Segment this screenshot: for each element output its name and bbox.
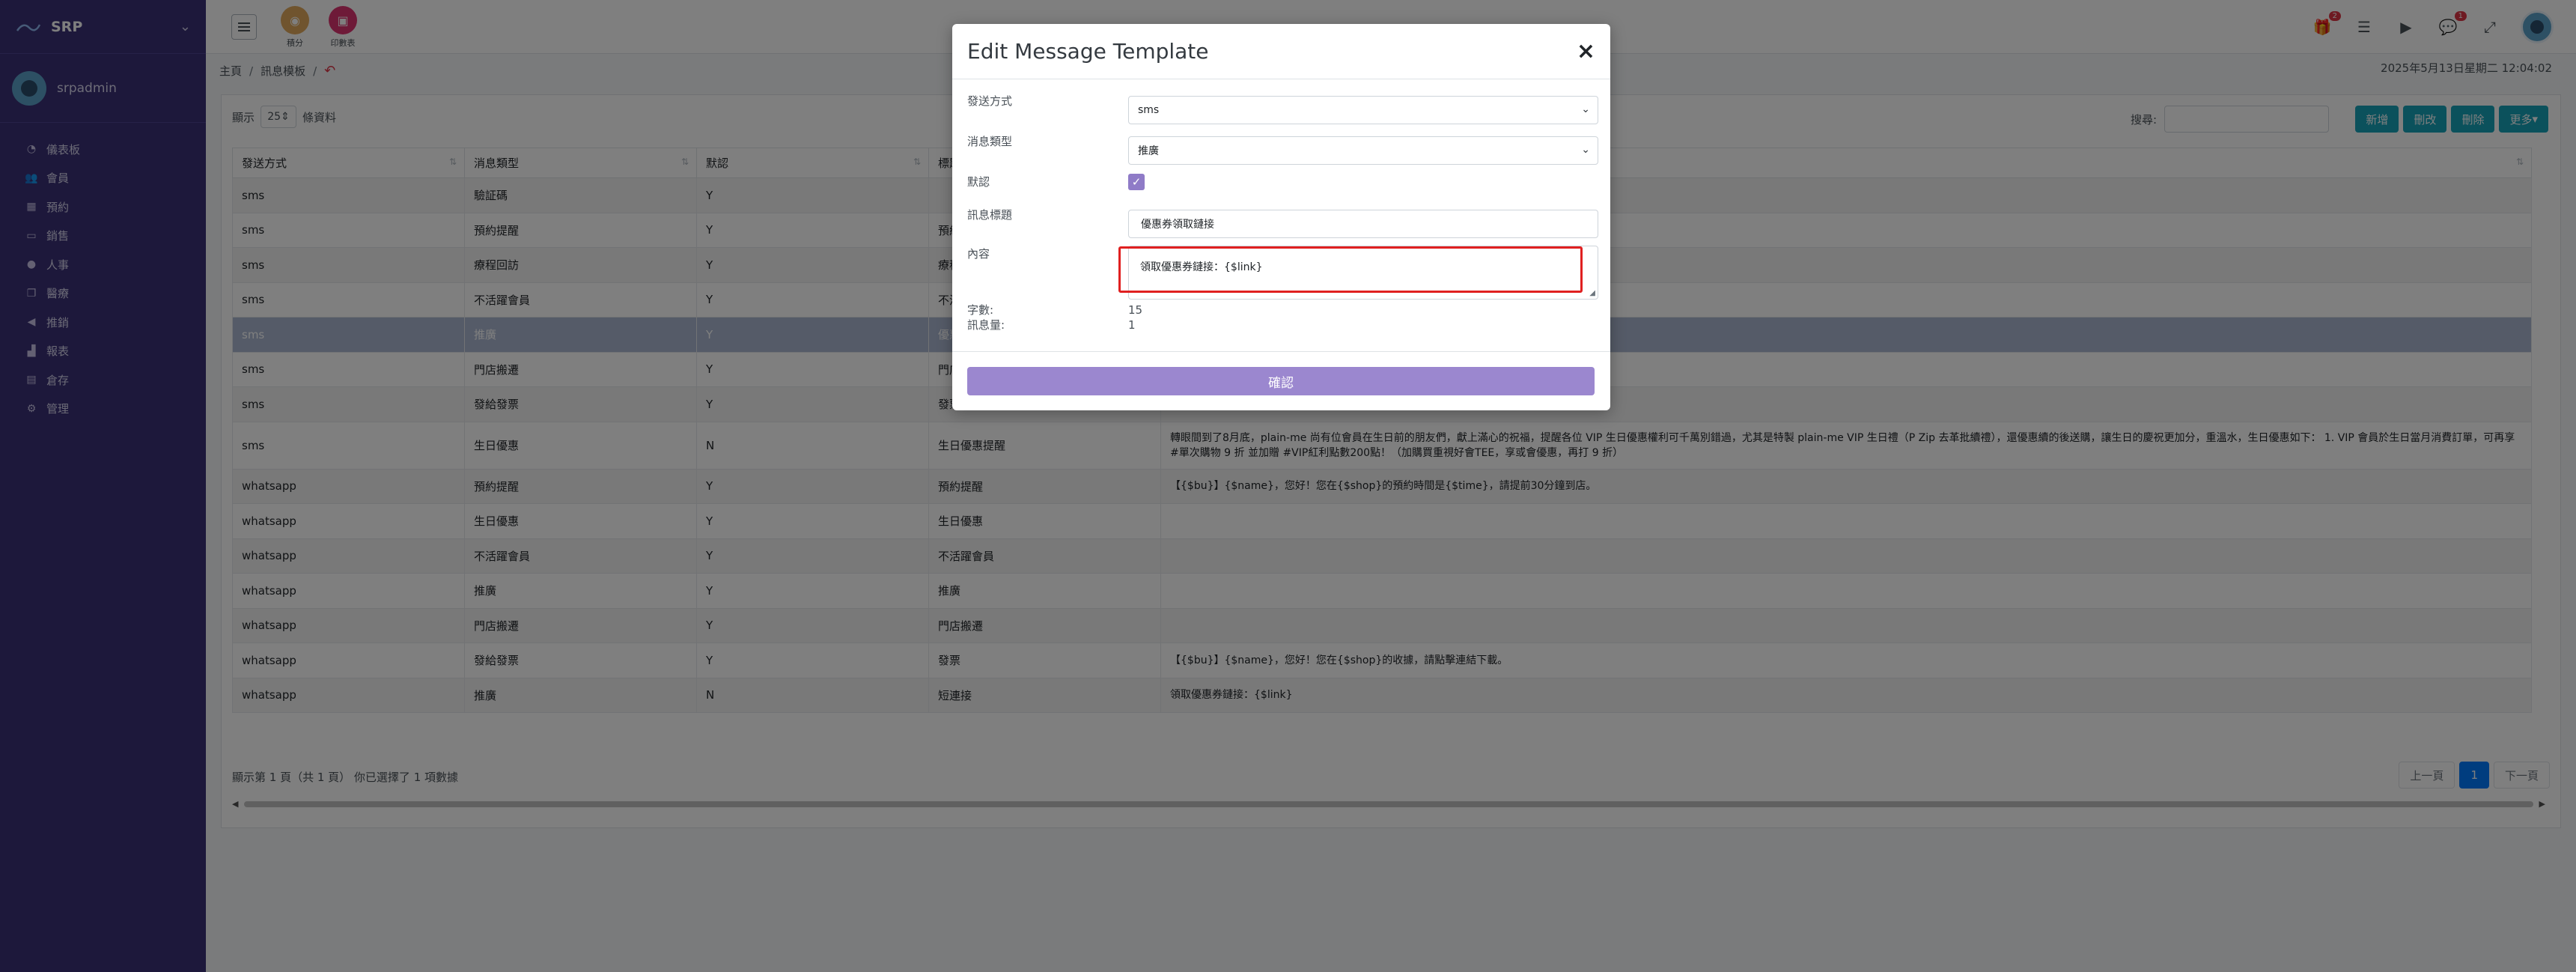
subject-input[interactable]: 優惠券領取鏈接 <box>1128 210 1598 238</box>
confirm-button[interactable]: 確認 <box>967 367 1595 395</box>
message-count-value: 1 <box>1128 318 1136 332</box>
stats-labels: 字數: 訊息量: <box>967 303 1128 332</box>
modal-divider <box>952 351 1610 352</box>
default-row: 默認 ✓ <box>967 174 1145 190</box>
type-select[interactable]: 推廣 ⌄ <box>1128 136 1598 165</box>
subject-label: 訊息標題 <box>967 208 1013 222</box>
content-textarea[interactable]: 領取優惠券鏈接：{$link} ◢ <box>1118 246 1598 300</box>
method-label: 發送方式 <box>967 94 1013 108</box>
char-count-value: 15 <box>1128 303 1143 317</box>
method-value: sms <box>1138 104 1160 116</box>
chevron-down-icon: ⌄ <box>1581 103 1590 115</box>
close-icon[interactable]: × <box>1577 40 1595 63</box>
chevron-down-icon: ⌄ <box>1581 144 1590 156</box>
resize-handle-icon[interactable]: ◢ <box>1589 289 1595 297</box>
edit-template-modal: Edit Message Template × 發送方式 sms ⌄ 消息類型 … <box>952 24 1610 410</box>
content-row: 內容 領取優惠券鏈接：{$link} ◢ <box>967 246 1598 300</box>
message-count-label: 訊息量: <box>967 318 1005 332</box>
modal-header: Edit Message Template × <box>952 24 1610 79</box>
content-label: 內容 <box>967 247 990 261</box>
default-label: 默認 <box>967 175 990 189</box>
stats-row: 字數: 訊息量: 15 1 <box>967 303 1142 332</box>
modal-title: Edit Message Template <box>967 39 1209 64</box>
method-row: 發送方式 sms ⌄ <box>967 93 1598 124</box>
subject-row: 訊息標題 優惠券領取鏈接 <box>967 207 1598 238</box>
type-value: 推廣 <box>1138 145 1159 157</box>
char-count-label: 字數: <box>967 303 994 317</box>
type-row: 消息類型 推廣 ⌄ <box>967 133 1598 165</box>
stats-values: 15 1 <box>1128 303 1142 332</box>
default-checkbox[interactable]: ✓ <box>1128 174 1145 190</box>
type-label: 消息類型 <box>967 135 1013 148</box>
method-select[interactable]: sms ⌄ <box>1128 96 1598 124</box>
content-textarea-highlight[interactable]: 領取優惠券鏈接：{$link} <box>1118 246 1583 293</box>
